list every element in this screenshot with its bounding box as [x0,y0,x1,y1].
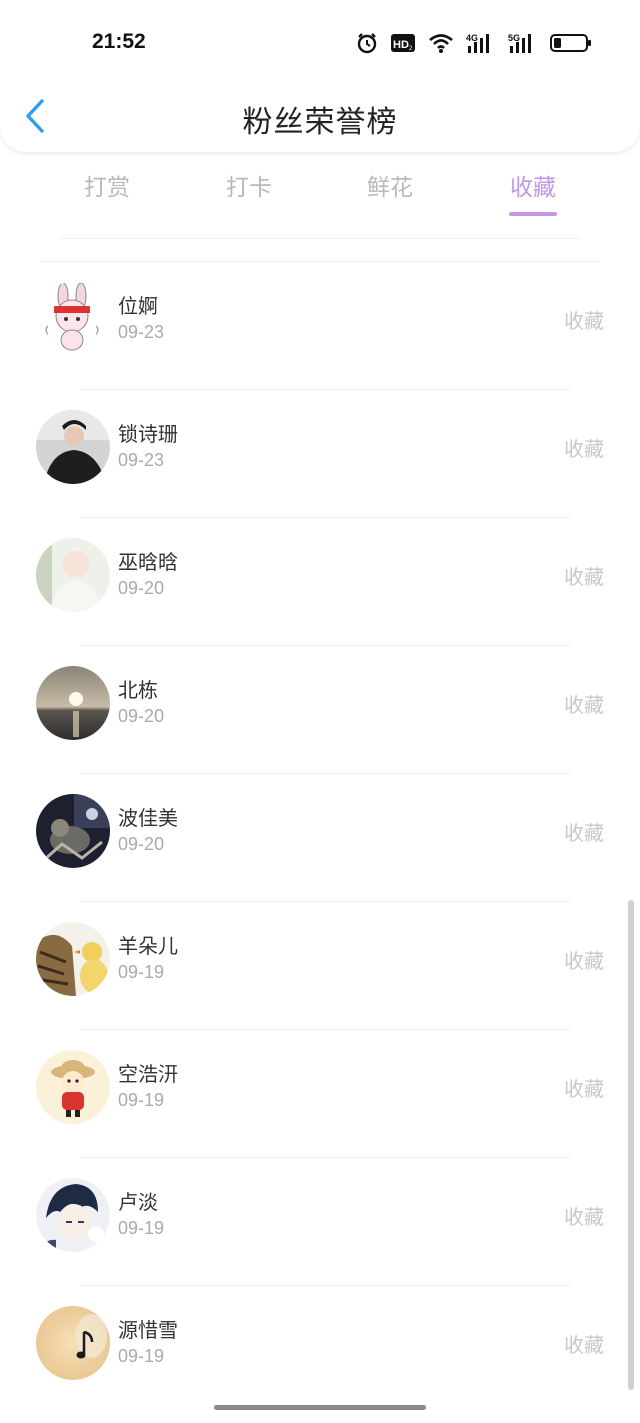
favorite-label[interactable]: 收藏 [564,945,604,974]
fan-date: 09-23 [118,322,165,342]
tab-reward[interactable]: 打赏 [62,168,152,202]
fan-name: 羊朵儿 [118,934,178,958]
fan-date: 09-23 [118,450,165,470]
favorite-label[interactable]: 收藏 [564,1329,604,1358]
fan-date: 09-19 [118,1346,165,1366]
favorite-label[interactable]: 收藏 [564,1201,604,1230]
favorite-label[interactable]: 收藏 [564,1073,604,1102]
fan-list: 位婀 09-23 收藏 锁诗珊 09-23 收藏 巫晗晗 09-20 收藏 北栋… [0,262,640,1414]
fan-row[interactable]: 波佳美 09-20 收藏 [0,774,640,902]
fan-date: 09-19 [118,1218,165,1238]
fan-date: 09-20 [118,706,165,726]
svg-text:HD: HD [393,39,409,51]
header-bar: 21:52 HD 2 4G 5G 粉丝荣誉榜 [0,0,640,153]
tab-checkin[interactable]: 打卡 [204,168,294,202]
fan-name: 卢淡 [118,1190,158,1214]
scrollbar[interactable] [628,900,634,1390]
fan-row[interactable]: 源惜雪 09-19 收藏 [0,1286,640,1414]
fan-name: 位婀 [118,294,158,318]
wifi-icon [428,32,454,54]
tab-flowers[interactable]: 鲜花 [345,168,435,202]
avatar [36,538,110,612]
signal-5g-icon: 5G [508,32,538,54]
favorite-label[interactable]: 收藏 [564,433,604,462]
alarm-icon [356,32,378,54]
fan-name: 源惜雪 [118,1318,178,1342]
fan-row[interactable]: 卢淡 09-19 收藏 [0,1158,640,1286]
avatar [36,794,110,868]
fan-date: 09-20 [118,578,165,598]
signal-4g-icon: 4G [466,32,496,54]
fan-name: 锁诗珊 [118,422,178,446]
status-time: 21:52 [92,30,146,53]
favorite-label[interactable]: 收藏 [564,561,604,590]
avatar [36,922,110,996]
tab-favorites[interactable]: 收藏 [488,168,578,202]
home-indicator[interactable] [214,1405,426,1410]
fan-date: 09-19 [118,1090,165,1110]
avatar [36,282,110,356]
fan-row[interactable]: 巫晗晗 09-20 收藏 [0,518,640,646]
fan-name: 空浩汧 [118,1062,178,1086]
hd-icon: HD 2 [390,33,416,53]
fan-row[interactable]: 空浩汧 09-19 收藏 [0,1030,640,1158]
favorite-label[interactable]: 收藏 [564,817,604,846]
divider [60,238,580,239]
fan-row[interactable]: 锁诗珊 09-23 收藏 [0,390,640,518]
favorite-label[interactable]: 收藏 [564,305,604,334]
avatar [36,1306,110,1380]
fan-date: 09-20 [118,834,165,854]
avatar [36,410,110,484]
tab-bar: 打赏 打卡 鲜花 收藏 [0,168,640,228]
favorite-label[interactable]: 收藏 [564,689,604,718]
fan-name: 巫晗晗 [118,550,178,574]
battery-icon [550,32,592,54]
status-icons: HD 2 4G 5G [356,30,592,56]
fan-row[interactable]: 羊朵儿 09-19 收藏 [0,902,640,1030]
fan-row[interactable]: 北栋 09-20 收藏 [0,646,640,774]
avatar [36,666,110,740]
fan-date: 09-19 [118,962,165,982]
fan-name: 波佳美 [118,806,178,830]
avatar [36,1178,110,1252]
svg-text:4G: 4G [466,33,478,43]
active-tab-indicator [509,212,557,216]
fan-name: 北栋 [118,678,158,702]
avatar [36,1050,110,1124]
fan-row[interactable]: 位婀 09-23 收藏 [0,262,640,390]
page-title: 粉丝荣誉榜 [242,105,398,140]
svg-text:5G: 5G [508,33,520,43]
